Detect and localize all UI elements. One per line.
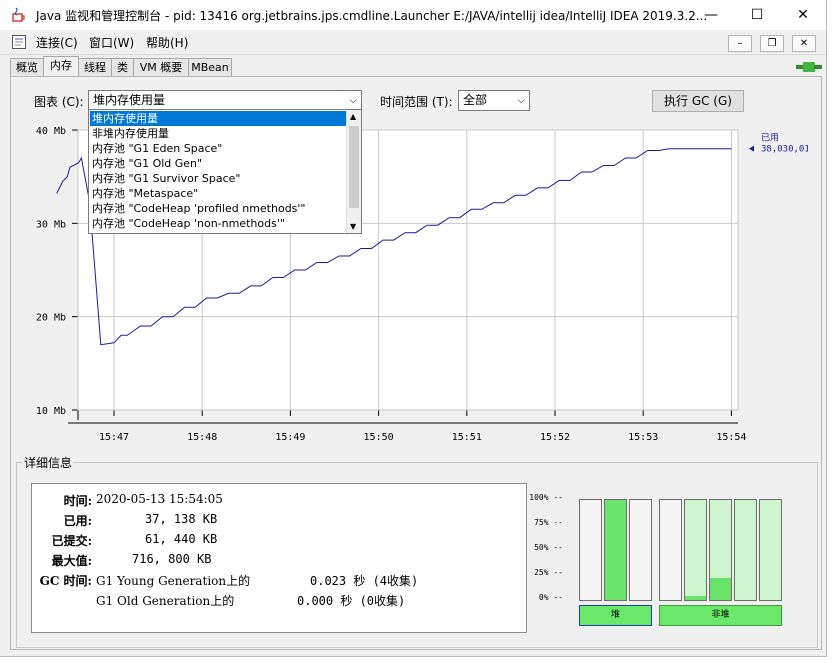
- detail-value-committed: 61, 440 KB: [145, 532, 218, 546]
- detail-value-used: 37, 138 KB: [145, 512, 218, 526]
- heap-pool-bar[interactable]: [629, 499, 652, 601]
- dropdown-option[interactable]: 内存池 "G1 Eden Space": [90, 141, 346, 156]
- chart-select[interactable]: 堆内存使用量 ⌵: [88, 90, 362, 111]
- dropdown-option[interactable]: 内存池 "Metaspace": [90, 186, 346, 201]
- y-tick-label: 20 Mb: [36, 313, 66, 324]
- chart-label: 图表 (C):: [34, 95, 84, 109]
- tab-vm-summary[interactable]: VM 概要: [133, 58, 189, 76]
- heap-pool-bar[interactable]: [604, 499, 627, 601]
- scale-label: 100% --: [529, 493, 563, 502]
- memory-pool-bars: 100% -- 75% -- 50% -- 25% -- 0% -- 堆非堆: [527, 491, 787, 631]
- y-tick-label: 40 Mb: [36, 126, 66, 137]
- scale-label: 0% --: [538, 593, 563, 602]
- tab-mbean[interactable]: MBean: [188, 58, 232, 76]
- dropdown-scrollbar[interactable]: ▲ ▼: [346, 110, 361, 233]
- chart-select-value: 堆内存使用量: [93, 93, 166, 107]
- tab-memory[interactable]: 内存: [43, 56, 79, 77]
- chevron-down-icon: ⌵: [517, 95, 525, 106]
- scroll-up-icon[interactable]: ▲: [350, 112, 356, 121]
- details-panel: 时间: 2020-05-13 15:54:05 已用: 37, 138 KB 已…: [31, 483, 527, 633]
- nonheap-button[interactable]: 非堆: [659, 605, 782, 626]
- chevron-down-icon: ⌵: [349, 95, 357, 106]
- details-legend: 详细信息: [22, 454, 75, 471]
- internal-close-button[interactable]: ✕: [792, 35, 816, 52]
- heap-button[interactable]: 堆: [579, 605, 652, 626]
- nonheap-pool-bar[interactable]: [659, 499, 682, 601]
- y-tick-label: 30 Mb: [36, 219, 66, 230]
- scroll-down-icon[interactable]: ▼: [350, 222, 356, 231]
- internal-restore-button[interactable]: ❐: [760, 35, 784, 52]
- tab-overview[interactable]: 概览: [10, 58, 44, 76]
- menu-help[interactable]: 帮助(H): [146, 34, 188, 51]
- menu-connection[interactable]: 连接(C): [36, 34, 78, 51]
- time-range-label: 时间范围 (T):: [380, 95, 453, 109]
- x-tick-label: 15:48: [187, 432, 217, 443]
- x-tick-label: 15:52: [540, 432, 570, 443]
- time-range-value: 全部: [463, 93, 488, 107]
- tab-classes[interactable]: 类: [111, 58, 134, 76]
- nonheap-pool-bar[interactable]: [759, 499, 782, 601]
- x-tick-label: 15:49: [275, 432, 305, 443]
- legend-value: 38,030,016: [761, 145, 808, 155]
- window-maximize-button[interactable]: ☐: [734, 0, 780, 30]
- java-app-icon: [10, 7, 26, 23]
- dropdown-option[interactable]: 内存池 "CodeHeap 'profiled nmethods'": [90, 201, 346, 216]
- legend-label: 已用: [761, 133, 779, 144]
- x-tick-label: 15:53: [628, 432, 658, 443]
- dropdown-option[interactable]: 非堆内存使用量: [90, 126, 346, 141]
- detail-key-max: 最大值:: [51, 554, 92, 568]
- scale-label: 75% --: [534, 518, 563, 527]
- app-window: Java 监视和管理控制台 - pid: 13416 org.jetbrains…: [0, 0, 827, 657]
- gc-young-name: G1 Young Generation上的: [96, 574, 251, 588]
- scale-label: 50% --: [534, 543, 563, 552]
- x-tick-label: 15:50: [364, 432, 394, 443]
- detail-key-committed: 已提交:: [51, 534, 92, 548]
- internal-minimize-button[interactable]: –: [728, 35, 752, 52]
- x-tick-label: 15:54: [716, 432, 746, 443]
- detail-key-gc-time: GC 时间:: [39, 574, 92, 588]
- dropdown-option[interactable]: 内存池 "G1 Survivor Space": [90, 171, 346, 186]
- document-icon: [11, 34, 27, 50]
- x-tick-label: 15:47: [99, 432, 129, 443]
- dropdown-option[interactable]: 内存池 "CodeHeap 'non-nmethods'": [90, 216, 346, 231]
- detail-key-used: 已用:: [63, 514, 92, 528]
- gc-old-value: 0.000 秒 (0收集): [297, 594, 406, 608]
- tab-threads[interactable]: 线程: [78, 58, 112, 76]
- perform-gc-button[interactable]: 执行 GC (G): [652, 90, 744, 112]
- scrollbar-thumb[interactable]: [349, 126, 359, 208]
- window-close-button[interactable]: ✕: [780, 0, 826, 30]
- y-tick-label: 10 Mb: [36, 406, 66, 417]
- connection-status-icon: [796, 60, 822, 74]
- legend-marker-icon: [749, 145, 754, 152]
- scale-label: 25% --: [534, 568, 563, 577]
- window-title: Java 监视和管理控制台 - pid: 13416 org.jetbrains…: [36, 9, 708, 23]
- heap-pool-bar[interactable]: [579, 499, 602, 601]
- title-bar: Java 监视和管理控制台 - pid: 13416 org.jetbrains…: [0, 0, 826, 30]
- detail-value-time: 2020-05-13 15:54:05: [96, 492, 223, 506]
- chart-dropdown-list: 堆内存使用量 非堆内存使用量 内存池 "G1 Eden Space" 内存池 "G1 …: [88, 109, 362, 234]
- menu-window[interactable]: 窗口(W): [89, 34, 134, 51]
- nonheap-pool-bar[interactable]: [709, 499, 732, 601]
- x-tick-label: 15:51: [452, 432, 482, 443]
- detail-key-time: 时间:: [63, 494, 92, 508]
- dropdown-option[interactable]: 堆内存使用量: [90, 111, 346, 126]
- menu-bar: 连接(C) 窗口(W) 帮助(H) – ❐ ✕: [0, 30, 826, 55]
- gc-old-name: G1 Old Generation上的: [96, 594, 235, 608]
- nonheap-pool-bar[interactable]: [684, 499, 707, 601]
- details-section: 详细信息 时间: 2020-05-13 15:54:05 已用: 37, 138…: [16, 454, 818, 648]
- detail-value-max: 716, 800 KB: [132, 552, 212, 566]
- dropdown-option[interactable]: 内存池 "G1 Old Gen": [90, 156, 346, 171]
- gc-young-value: 0.023 秒 (4收集): [310, 574, 419, 588]
- window-minimize-button[interactable]: —: [688, 0, 734, 30]
- time-range-select[interactable]: 全部 ⌵: [458, 90, 530, 111]
- nonheap-pool-bar[interactable]: [734, 499, 757, 601]
